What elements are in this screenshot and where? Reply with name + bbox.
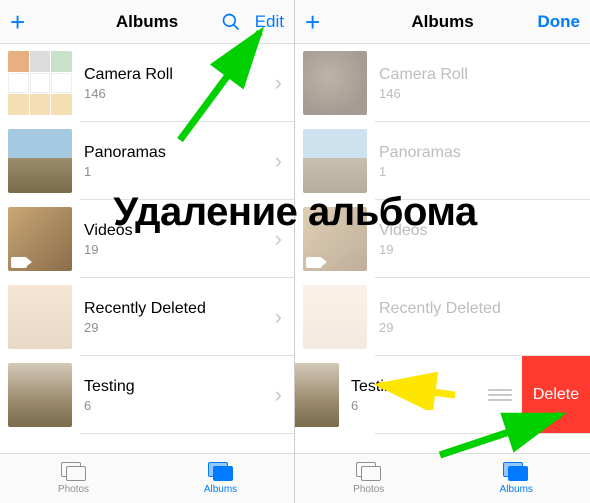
photos-icon xyxy=(356,462,382,482)
album-title: Panoramas xyxy=(84,143,271,162)
reorder-handle-icon[interactable] xyxy=(488,389,512,401)
tab-label: Photos xyxy=(353,484,384,495)
tabbar: Photos Albums xyxy=(295,453,590,503)
album-thumb xyxy=(303,207,367,271)
album-title: Recently Deleted xyxy=(84,299,271,318)
album-thumb xyxy=(303,285,367,349)
chevron-right-icon: › xyxy=(271,304,294,330)
add-button[interactable]: + xyxy=(10,9,25,35)
tab-albums[interactable]: Albums xyxy=(147,454,294,503)
album-row[interactable]: Videos 19 › xyxy=(0,200,294,278)
search-icon[interactable] xyxy=(221,12,241,32)
photos-icon xyxy=(61,462,87,482)
chevron-right-icon: › xyxy=(271,70,294,96)
edit-button[interactable]: Edit xyxy=(255,12,284,32)
album-row[interactable]: Testing 6 › xyxy=(0,356,294,434)
album-thumb xyxy=(303,129,367,193)
album-thumb xyxy=(8,129,72,193)
phone-right: + Albums Done Camera Roll 146 Panoramas xyxy=(295,0,590,503)
album-count: 19 xyxy=(84,242,271,257)
album-title: Camera Roll xyxy=(379,65,590,84)
album-title: Testing xyxy=(84,377,271,396)
album-row[interactable]: Camera Roll 146 xyxy=(295,44,590,122)
albums-list: Camera Roll 146 › Panoramas 1 › Videos xyxy=(0,44,294,453)
delete-button[interactable]: Delete xyxy=(522,356,590,434)
albums-icon xyxy=(208,462,234,482)
albums-list: Camera Roll 146 Panoramas 1 Videos 19 xyxy=(295,44,590,453)
album-count: 19 xyxy=(379,242,590,257)
tab-photos[interactable]: Photos xyxy=(295,454,443,503)
tab-label: Photos xyxy=(58,484,89,495)
done-button[interactable]: Done xyxy=(538,12,581,32)
tabbar: Photos Albums xyxy=(0,453,294,503)
album-title: Videos xyxy=(84,221,271,240)
album-title: Recently Deleted xyxy=(379,299,590,318)
album-thumb xyxy=(8,363,72,427)
phone-left: + Albums Edit Camera Roll 146 › xyxy=(0,0,295,503)
album-thumb xyxy=(8,51,72,115)
video-badge-icon xyxy=(306,257,322,268)
album-row[interactable]: Recently Deleted 29 › xyxy=(0,278,294,356)
album-row[interactable]: Camera Roll 146 › xyxy=(0,44,294,122)
album-count: 6 xyxy=(351,398,488,413)
album-row[interactable]: Recently Deleted 29 xyxy=(295,278,590,356)
tab-label: Albums xyxy=(500,484,533,495)
album-row-swiped[interactable]: Testing 6 Delete xyxy=(295,356,590,434)
chevron-right-icon: › xyxy=(271,148,294,174)
album-thumb xyxy=(295,363,339,427)
album-count: 6 xyxy=(84,398,271,413)
album-count: 29 xyxy=(379,320,590,335)
album-thumb xyxy=(8,285,72,349)
album-thumb xyxy=(303,51,367,115)
album-count: 146 xyxy=(379,86,590,101)
album-title: Panoramas xyxy=(379,143,590,162)
album-title: Camera Roll xyxy=(84,65,271,84)
video-badge-icon xyxy=(11,257,27,268)
chevron-right-icon: › xyxy=(271,382,294,408)
album-count: 1 xyxy=(84,164,271,179)
album-title: Videos xyxy=(379,221,590,240)
album-row[interactable]: Panoramas 1 › xyxy=(0,122,294,200)
album-count: 1 xyxy=(379,164,590,179)
navbar: + Albums Edit xyxy=(0,0,294,44)
navbar-title: Albums xyxy=(411,12,473,32)
album-row[interactable]: Videos 19 xyxy=(295,200,590,278)
chevron-right-icon: › xyxy=(271,226,294,252)
album-title: Testing xyxy=(351,377,488,396)
album-row[interactable]: Panoramas 1 xyxy=(295,122,590,200)
album-count: 146 xyxy=(84,86,271,101)
tab-albums[interactable]: Albums xyxy=(443,454,590,503)
tab-label: Albums xyxy=(204,484,237,495)
album-thumb xyxy=(8,207,72,271)
tab-photos[interactable]: Photos xyxy=(0,454,147,503)
add-button[interactable]: + xyxy=(305,9,320,35)
navbar-title: Albums xyxy=(116,12,178,32)
navbar: + Albums Done xyxy=(295,0,590,44)
albums-icon xyxy=(503,462,529,482)
album-count: 29 xyxy=(84,320,271,335)
